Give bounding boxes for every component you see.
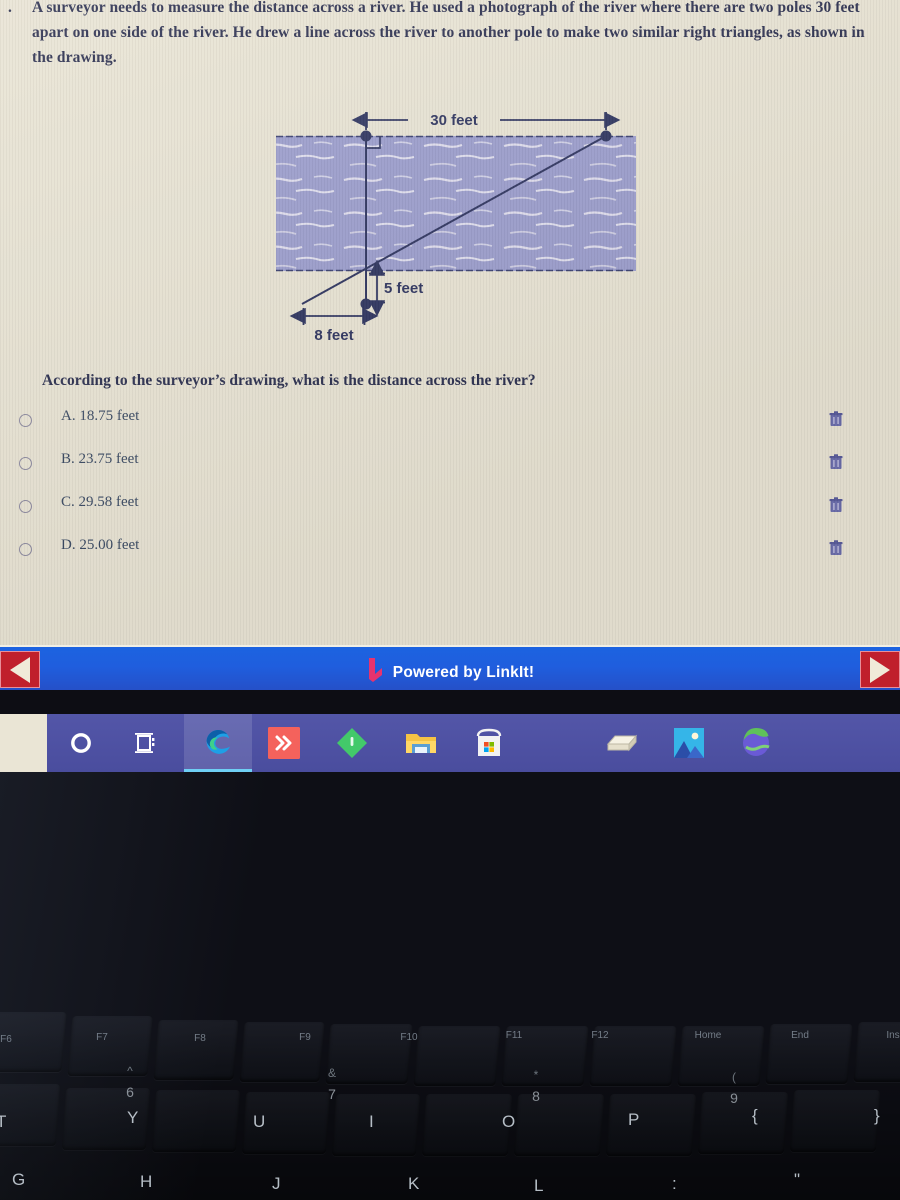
keycap[interactable]	[789, 1090, 881, 1152]
trash-icon[interactable]	[829, 540, 843, 556]
radio-button-d[interactable]	[19, 543, 32, 556]
task-view-icon[interactable]	[113, 714, 181, 772]
trash-icon[interactable]	[829, 454, 843, 470]
keycap[interactable]	[421, 1094, 513, 1156]
key-paren-open-shift[interactable]: (	[722, 1070, 746, 1084]
key-end[interactable]: End	[778, 1030, 822, 1041]
assessment-navigation-bar: Powered by LinkIt!	[0, 645, 900, 690]
label-5-feet: 5 feet	[384, 280, 423, 297]
keycap[interactable]	[239, 1022, 325, 1082]
keycap[interactable]	[605, 1094, 697, 1156]
physical-keyboard: F6 F7 F8 F9 F10 F11 F12 Home End Ins ^ 6…	[0, 772, 900, 1200]
radio-button-b[interactable]	[19, 457, 32, 470]
trash-icon[interactable]	[829, 411, 843, 427]
pole-dot-bottom	[360, 298, 372, 310]
diagram-svg: 30 feet 5 feet 8 feet	[276, 108, 636, 344]
key-ampersand-shift[interactable]: &	[320, 1066, 344, 1080]
key-asterisk-shift[interactable]: *	[524, 1068, 548, 1082]
microsoft-edge-icon[interactable]	[184, 714, 252, 772]
key-caret-shift[interactable]: ^	[118, 1064, 142, 1078]
keycap[interactable]	[241, 1092, 331, 1154]
pole-dot-top-left	[360, 130, 372, 142]
label-8-feet: 8 feet	[314, 327, 353, 344]
label-30-feet: 30 feet	[430, 112, 478, 129]
key-f8[interactable]: F8	[186, 1033, 214, 1044]
question-stem: A surveyor needs to measure the distance…	[32, 0, 865, 66]
pole-dot-top-right	[600, 130, 612, 142]
key-f7[interactable]: F7	[88, 1032, 116, 1043]
keycap[interactable]	[0, 1084, 61, 1146]
brand-text: Powered by LinkIt!	[392, 663, 535, 681]
microsoft-store-icon[interactable]	[455, 714, 523, 772]
answer-option-b-label: B. 23.75 feet	[61, 451, 139, 467]
keycap[interactable]	[413, 1026, 501, 1086]
photos-icon[interactable]	[655, 714, 723, 772]
key-9[interactable]: 9	[722, 1090, 746, 1106]
answer-option-d-label: D. 25.00 feet	[61, 537, 140, 553]
key-ins[interactable]: Ins	[876, 1030, 900, 1041]
key-f9[interactable]: F9	[291, 1032, 319, 1043]
key-f12[interactable]: F12	[584, 1030, 616, 1041]
key-f11[interactable]: F11	[498, 1030, 530, 1041]
windows-taskbar	[0, 714, 900, 772]
green-diamond-app-icon[interactable]	[318, 714, 386, 772]
answer-option-b[interactable]: B. 23.75 feet	[0, 451, 900, 494]
keycap[interactable]	[153, 1020, 239, 1080]
key-f10[interactable]: F10	[393, 1032, 425, 1043]
key-6[interactable]: 6	[118, 1084, 142, 1100]
screenshot-root: . A surveyor needs to measure the distan…	[0, 0, 900, 1200]
key-f6[interactable]: F6	[0, 1034, 20, 1045]
question-prompt: According to the surveyor’s drawing, wha…	[42, 372, 536, 389]
red-app-icon[interactable]	[250, 714, 318, 772]
answer-options-list: A. 18.75 feet B. 23.75 feet C. 29.58 fee…	[0, 408, 900, 580]
answer-option-a[interactable]: A. 18.75 feet	[0, 408, 900, 451]
brand-area: Powered by LinkIt!	[0, 657, 900, 688]
eraser-icon[interactable]	[588, 714, 656, 772]
next-question-button[interactable]	[860, 651, 900, 688]
key-8[interactable]: 8	[524, 1088, 548, 1104]
assessment-screen: . A surveyor needs to measure the distan…	[0, 0, 900, 645]
next-arrow-icon	[870, 656, 890, 683]
answer-option-c-label: C. 29.58 feet	[61, 494, 139, 510]
file-explorer-icon[interactable]	[387, 714, 455, 772]
answer-option-c[interactable]: C. 29.58 feet	[0, 494, 900, 537]
answer-option-a-label: A. 18.75 feet	[61, 408, 140, 424]
laptop-body: F6 F7 F8 F9 F10 F11 F12 Home End Ins ^ 6…	[0, 772, 900, 1200]
keycap[interactable]	[331, 1094, 421, 1156]
taskbar-left-edge	[0, 714, 47, 772]
trash-icon[interactable]	[829, 497, 843, 513]
radio-button-a[interactable]	[19, 414, 32, 427]
cortana-circle-icon[interactable]	[47, 714, 115, 772]
river-similar-triangles-diagram: 30 feet 5 feet 8 feet	[262, 104, 662, 354]
key-home[interactable]: Home	[682, 1030, 734, 1041]
answer-option-d[interactable]: D. 25.00 feet	[0, 537, 900, 580]
linkit-logo-icon	[366, 657, 385, 688]
globe-browser-icon[interactable]	[722, 714, 790, 772]
keycap[interactable]	[151, 1090, 241, 1152]
radio-button-c[interactable]	[19, 500, 32, 513]
question-number: .	[8, 0, 12, 16]
key-7[interactable]: 7	[320, 1086, 344, 1102]
river-band	[276, 136, 636, 271]
